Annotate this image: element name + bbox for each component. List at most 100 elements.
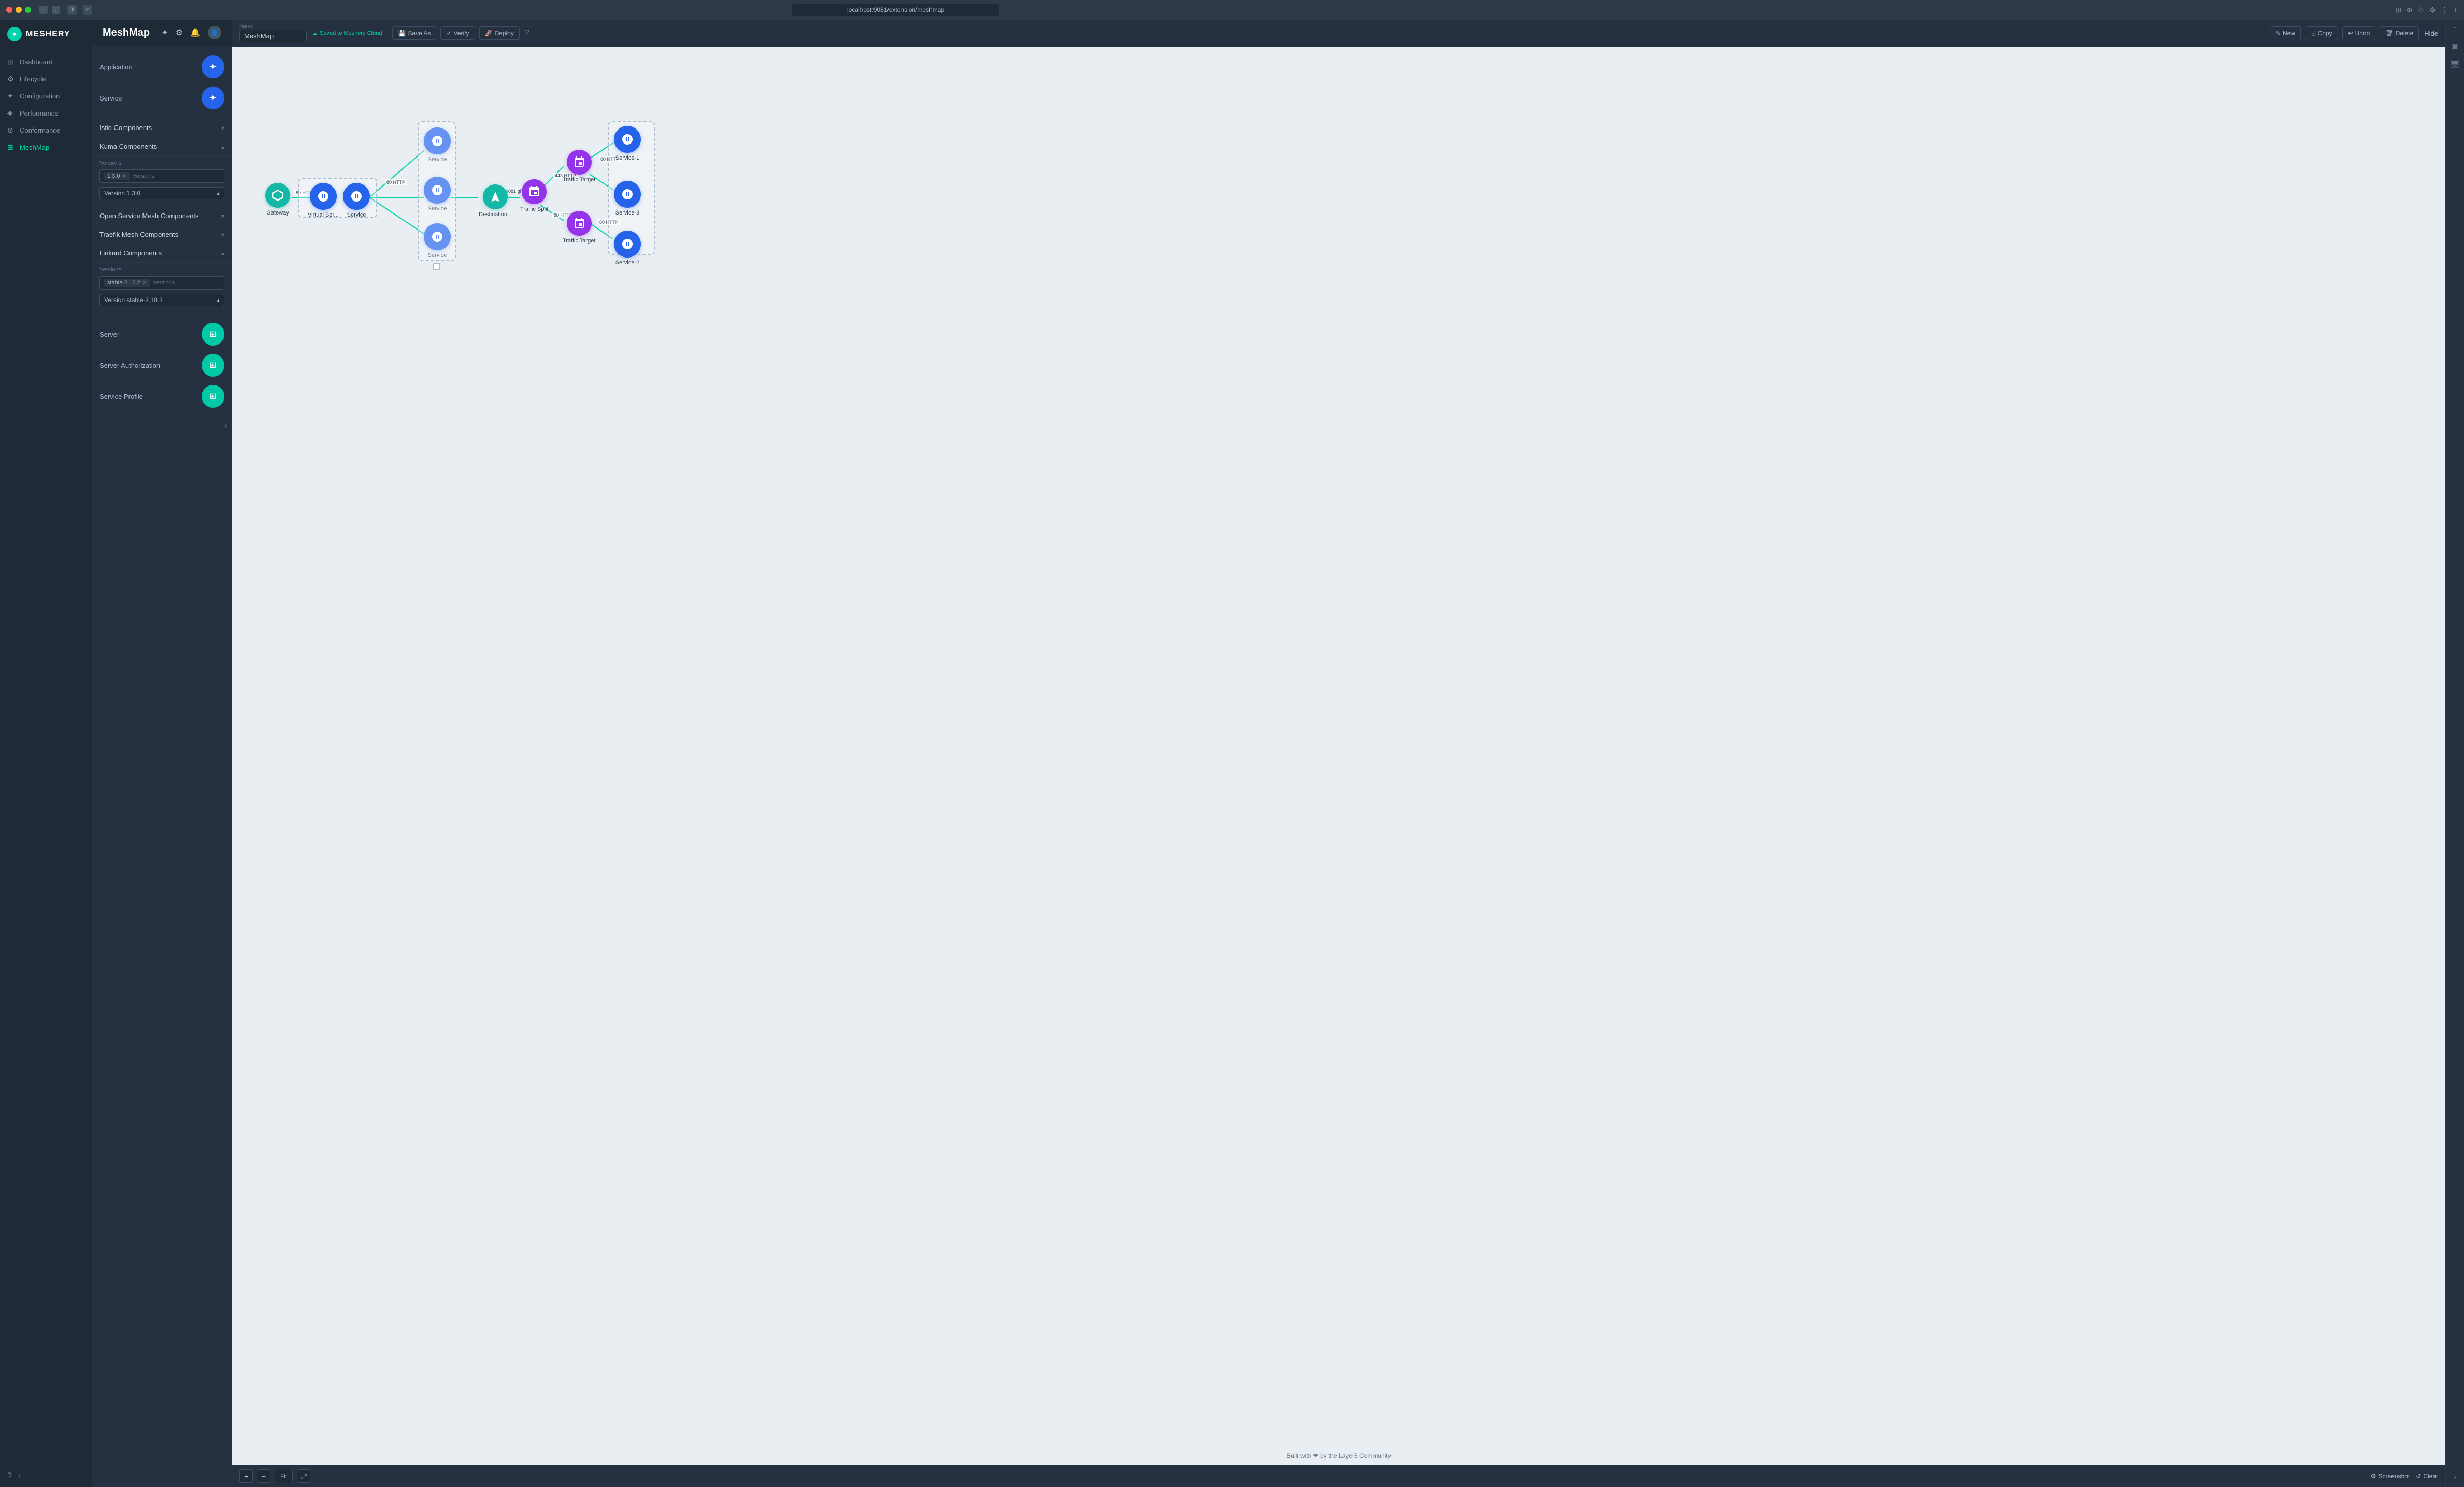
- node-service-group[interactable]: Service: [343, 183, 370, 218]
- new-button[interactable]: ✎ New: [2270, 26, 2301, 40]
- application-icon: ✦: [202, 55, 224, 78]
- address-bar[interactable]: localhost:9081/extension/meshmap: [792, 4, 999, 16]
- download-icon[interactable]: ⊕: [2406, 6, 2413, 15]
- fullscreen-button[interactable]: ⤢: [297, 1469, 310, 1483]
- versions-placeholder: Versions: [133, 173, 154, 179]
- component-item-service-profile[interactable]: Service Profile ⊞: [99, 381, 224, 412]
- sun-icon[interactable]: ✦: [161, 27, 168, 38]
- node-service-2[interactable]: Service-2: [614, 231, 641, 266]
- app: ✦ MESHERY ⊞ Dashboard ⚙ Lifecycle ✦ Conf…: [0, 20, 2464, 1487]
- node-traffic-target-2[interactable]: Traffic Target: [563, 211, 595, 244]
- undo-button[interactable]: ↩ Undo: [2342, 26, 2376, 40]
- component-item-server[interactable]: Server ⊞: [99, 319, 224, 350]
- close-button[interactable]: [6, 7, 12, 13]
- category-traefik[interactable]: Traefik Mesh Components ▾: [92, 225, 232, 244]
- sidebar-item-label: Lifecycle: [20, 75, 46, 83]
- node-service-3[interactable]: Service-3: [614, 181, 641, 216]
- extensions-icon[interactable]: ⊞: [2395, 6, 2401, 15]
- remove-version-icon[interactable]: ✕: [122, 174, 126, 179]
- node-destination[interactable]: Destination...: [479, 184, 512, 218]
- verify-button[interactable]: ✓ Verify: [440, 26, 475, 40]
- panel-collapse[interactable]: ‹: [92, 417, 232, 434]
- sidebar-item-dashboard[interactable]: ⊞ Dashboard: [0, 53, 92, 70]
- node-label: Traffic Target: [563, 238, 595, 244]
- version-select[interactable]: Version 1.3.0 ▴: [99, 187, 224, 199]
- service-group-node-icon: [343, 183, 370, 210]
- save-as-button[interactable]: 💾 Save As: [392, 26, 436, 40]
- chevron-down-icon: ▾: [221, 231, 224, 238]
- canvas-body[interactable]: 80 HTTP 80 HTTP 9081 gRP... 443 HTTP 80 …: [232, 47, 2445, 1465]
- canvas-edges: [232, 47, 2445, 1465]
- collapse-icon[interactable]: ‹: [224, 420, 227, 431]
- right-panel-icon-2[interactable]: ▣: [2451, 41, 2459, 52]
- version-tag-linkerd: stable-2.10.2 ✕: [104, 279, 150, 287]
- fit-button[interactable]: Fit: [275, 1470, 293, 1482]
- help-button[interactable]: ?: [525, 28, 529, 38]
- meshmap-icon: ⊞: [7, 143, 16, 152]
- node-gateway[interactable]: Gateway: [265, 183, 290, 216]
- copy-button[interactable]: ⎘ Copy: [2305, 26, 2338, 40]
- bookmark-icon[interactable]: ☆: [2418, 6, 2425, 15]
- category-linkerd[interactable]: Linkerd Components ▴: [92, 244, 232, 263]
- bell-icon[interactable]: 🔔: [190, 27, 200, 38]
- version-select-linkerd[interactable]: Version stable-2.10.2 ▴: [99, 294, 224, 306]
- sidebar-item-configuration[interactable]: ✦ Configuration: [0, 88, 92, 105]
- server-auth-icon: ⊞: [202, 354, 224, 377]
- screenshot-button[interactable]: ⚙ Screenshot: [2371, 1472, 2410, 1480]
- new-icon: ✎: [2275, 30, 2281, 37]
- sidebar-item-lifecycle[interactable]: ⚙ Lifecycle: [0, 70, 92, 88]
- back-icon[interactable]: ‹: [18, 1471, 21, 1481]
- deploy-button[interactable]: 🚀 Deploy: [479, 26, 520, 40]
- category-kuma[interactable]: Kuma Components ▴: [92, 137, 232, 156]
- service-icon: ✦: [202, 87, 224, 109]
- right-panel-collapse-icon[interactable]: ›: [2454, 1472, 2456, 1482]
- component-item-server-auth[interactable]: Server Authorization ⊞: [99, 350, 224, 381]
- node-service-1[interactable]: Service-1: [614, 126, 641, 161]
- node-label: Service-2: [615, 260, 639, 266]
- sidebar: ✦ MESHERY ⊞ Dashboard ⚙ Lifecycle ✦ Conf…: [0, 20, 92, 1487]
- versions-input[interactable]: 1.3.0 ✕ Versions: [99, 169, 224, 183]
- node-virtual-service[interactable]: Virtual Ser...: [308, 183, 339, 218]
- menu-icon[interactable]: ⋮: [2441, 6, 2448, 15]
- performance-icon: ◈: [7, 109, 16, 118]
- sidebar-item-performance[interactable]: ◈ Performance: [0, 105, 92, 122]
- maximize-button[interactable]: [25, 7, 31, 13]
- sidebar-item-label: Configuration: [20, 92, 60, 100]
- zoom-out-button[interactable]: −: [257, 1469, 270, 1483]
- versions-input-linkerd[interactable]: stable-2.10.2 ✕ Versions: [99, 276, 224, 290]
- select-arrow-icon: ▴: [217, 296, 220, 304]
- node-label: Traffic Target: [563, 177, 595, 183]
- minimize-button[interactable]: [16, 7, 22, 13]
- clear-button[interactable]: ↺ Clear: [2416, 1472, 2438, 1480]
- new-tab-icon[interactable]: +: [2454, 6, 2458, 14]
- stack-box-handle: [433, 263, 440, 270]
- right-panel-icon-3[interactable]: 🖥: [2449, 59, 2460, 69]
- help-icon[interactable]: ?: [7, 1471, 12, 1481]
- user-avatar[interactable]: 👤: [208, 26, 221, 39]
- category-osm[interactable]: Open Service Mesh Components ▾: [92, 207, 232, 225]
- service-3-node-icon: [614, 181, 641, 208]
- traffic-lights: [6, 7, 31, 13]
- logo-icon: ✦: [7, 27, 22, 41]
- forward-nav[interactable]: ›: [52, 6, 60, 14]
- component-item-application[interactable]: Application ✦: [99, 51, 224, 82]
- remove-version-linkerd-icon[interactable]: ✕: [142, 280, 147, 286]
- category-istio[interactable]: Istio Components ▾: [92, 119, 232, 137]
- name-input[interactable]: [239, 30, 307, 42]
- versions-placeholder-linkerd: Versions: [153, 280, 175, 286]
- node-traffic-split[interactable]: Traffic Split: [520, 179, 548, 212]
- node-traffic-target-1[interactable]: Traffic Target: [563, 150, 595, 183]
- delete-button[interactable]: 🗑 Delete: [2380, 26, 2419, 40]
- gear-icon[interactable]: ⚙: [176, 27, 183, 38]
- back-nav[interactable]: ‹: [39, 6, 48, 14]
- sidebar-item-meshmap[interactable]: ⊞ MeshMap: [0, 139, 92, 156]
- dashboard-icon: ⊞: [7, 58, 16, 66]
- component-item-service[interactable]: Service ✦: [99, 82, 224, 113]
- right-panel-icon-1[interactable]: ↑: [2453, 25, 2457, 34]
- sidebar-item-conformance[interactable]: ⊛ Conformance: [0, 122, 92, 139]
- service-1-node-icon: [614, 126, 641, 153]
- zoom-in-button[interactable]: +: [239, 1469, 253, 1483]
- hide-button[interactable]: Hide: [2424, 30, 2438, 37]
- settings-icon[interactable]: ⚙: [2429, 6, 2436, 15]
- canvas-actions-right: ✎ New ⎘ Copy ↩ Undo 🗑 Delete: [2270, 26, 2419, 40]
